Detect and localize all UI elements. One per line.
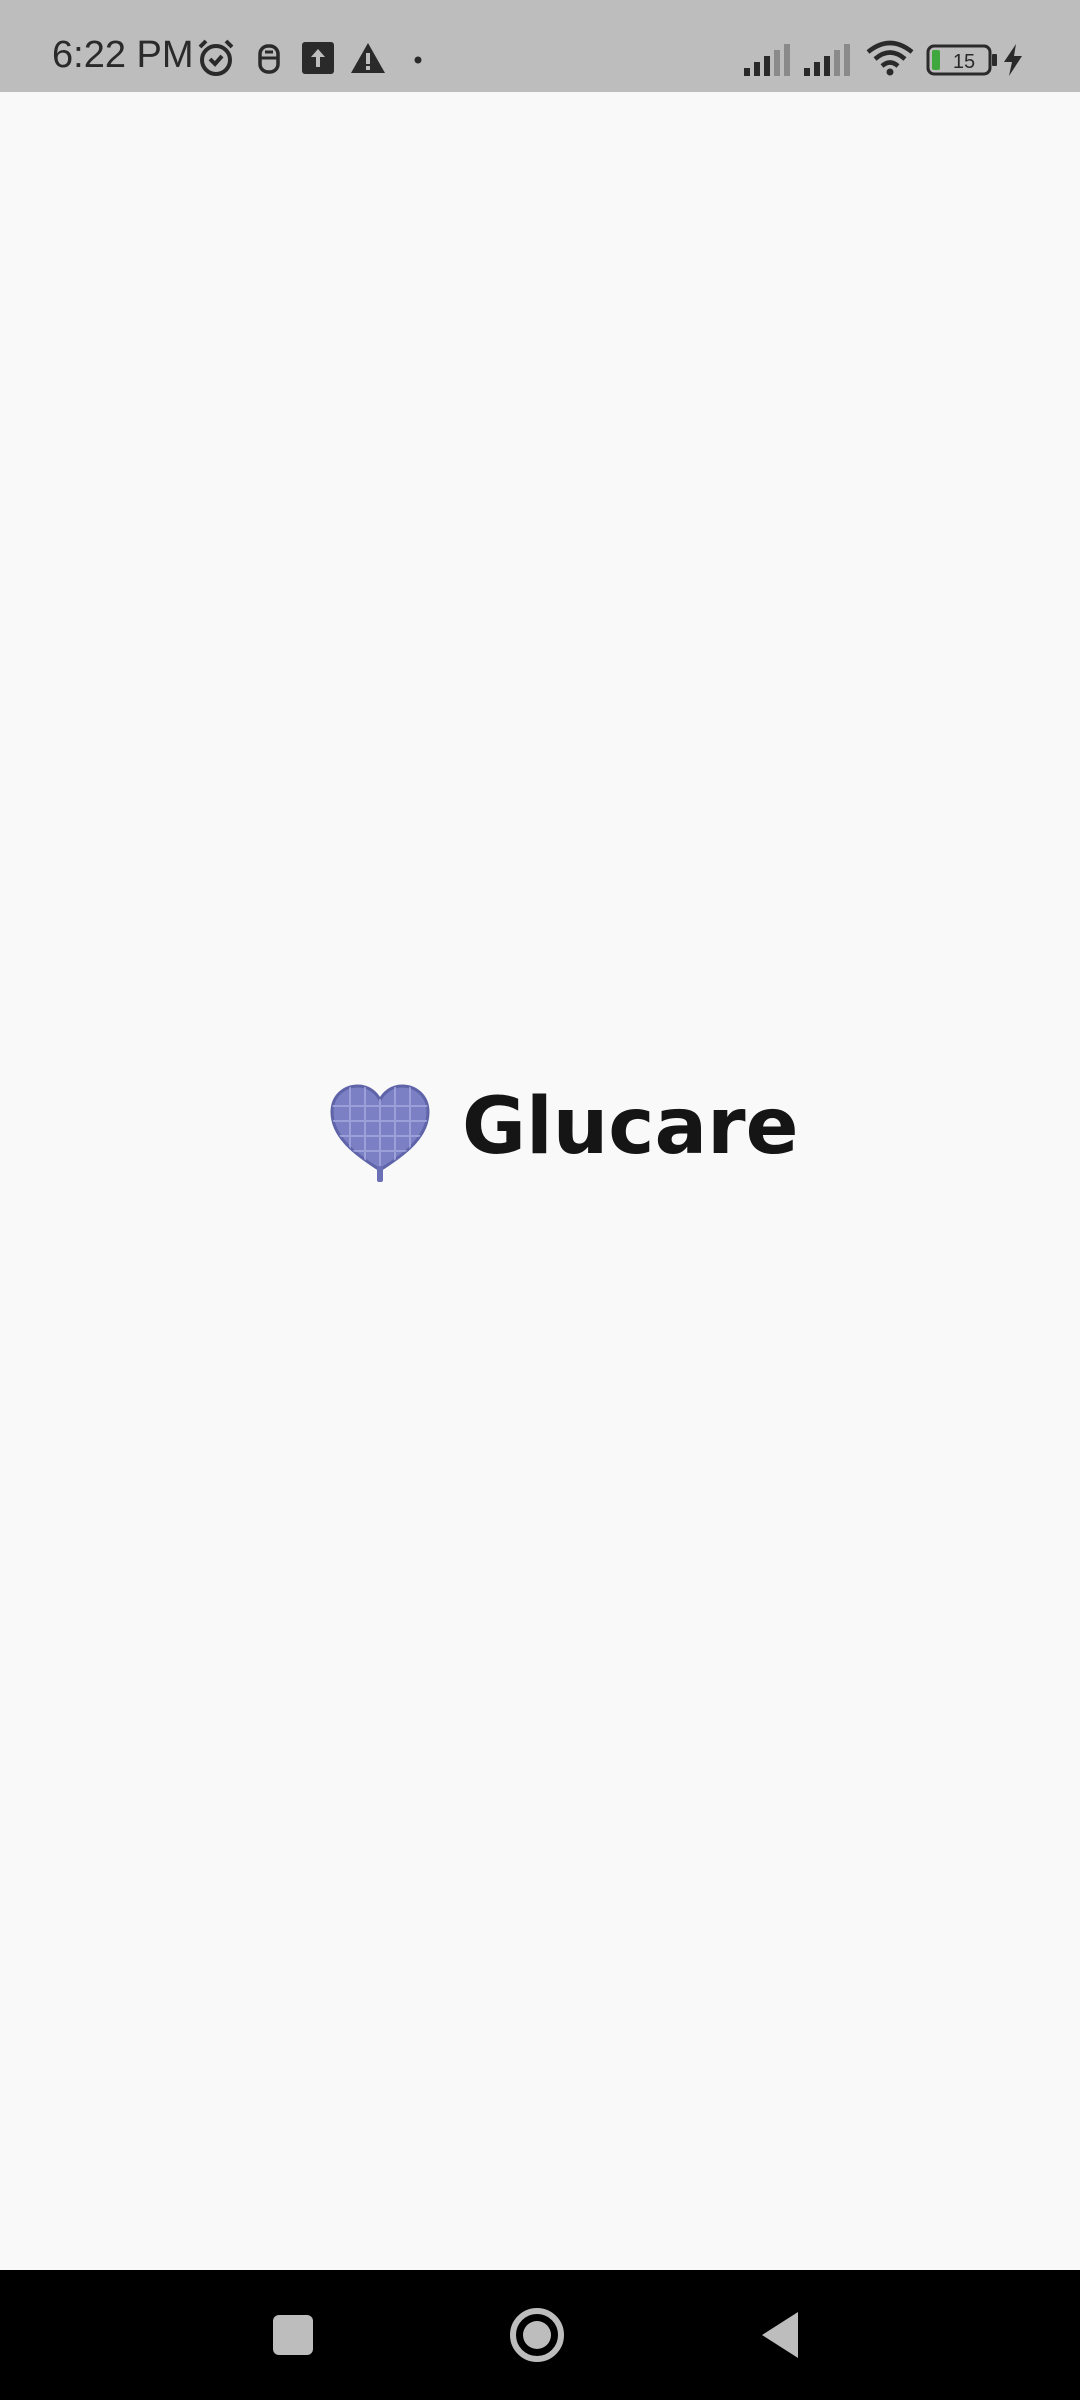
app-name: Glucare <box>462 1082 799 1172</box>
back-button[interactable] <box>716 2270 846 2400</box>
warning-icon <box>351 43 385 73</box>
recents-icon <box>273 2315 313 2355</box>
splash-screen: 6:22 PM 15 Glucare <box>0 0 1080 2400</box>
status-time: 6:22 PM <box>52 34 194 76</box>
navigation-bar <box>0 2270 1080 2400</box>
status-bar: 6:22 PM 15 <box>0 0 1080 92</box>
home-button[interactable] <box>472 2270 602 2400</box>
wifi-icon <box>866 40 914 76</box>
battery-level: 15 <box>953 51 975 73</box>
notification-app-icon <box>258 44 280 74</box>
signal-icon <box>804 44 850 76</box>
alarm-icon <box>198 39 234 76</box>
heart-logo-icon <box>330 1084 430 1182</box>
dot-icon <box>414 56 422 64</box>
signal-icon <box>744 44 790 76</box>
home-icon <box>510 2308 564 2362</box>
charging-icon <box>1004 44 1022 76</box>
upload-icon <box>302 42 334 74</box>
battery-icon: 15 <box>926 44 997 76</box>
back-icon <box>762 2312 798 2358</box>
recents-button[interactable] <box>228 2270 358 2400</box>
